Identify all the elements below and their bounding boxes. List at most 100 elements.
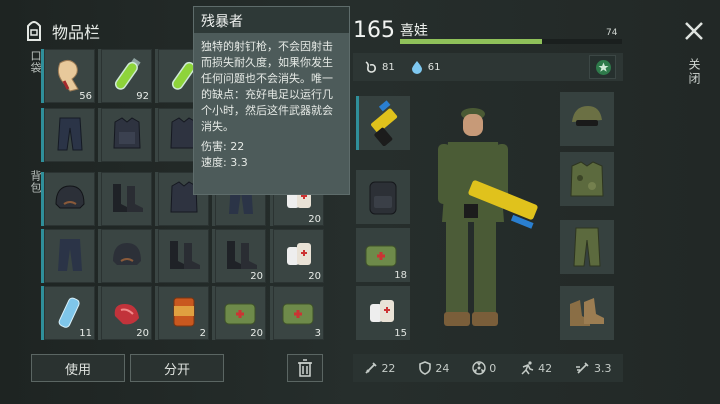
- hp-bar: [400, 39, 622, 44]
- slot-canned-food[interactable]: 2: [155, 286, 209, 340]
- medkit-icon: [365, 245, 397, 267]
- defense-stat: 24: [418, 361, 449, 375]
- water-drop-icon: [411, 61, 422, 74]
- trash-icon: [298, 359, 312, 377]
- defense-value: 24: [435, 361, 450, 375]
- status-button[interactable]: [589, 55, 616, 79]
- stomach-icon: [365, 61, 376, 73]
- shield-icon: [419, 361, 432, 375]
- meat-icon: [114, 304, 139, 325]
- slot-raw-meat[interactable]: 20: [98, 286, 152, 340]
- hp-bar-fill: [400, 39, 543, 44]
- bandage-slot[interactable]: 15: [356, 286, 410, 340]
- backpack-gear-icon: [369, 181, 397, 215]
- sword-icon: [365, 362, 378, 374]
- slot-boots-2[interactable]: [155, 229, 209, 283]
- slot-pants[interactable]: [41, 108, 95, 162]
- character-level: 165: [353, 18, 395, 43]
- attack-speed-stat: 3.3: [575, 361, 612, 375]
- medkit-icon: [224, 303, 256, 325]
- slot-green-vial[interactable]: 92: [98, 49, 152, 103]
- item-count: 20: [308, 271, 321, 282]
- tooltip-speed: 速度: 3.3: [201, 156, 248, 169]
- hp-max: 74: [606, 28, 618, 38]
- split-button[interactable]: 分开: [130, 354, 224, 382]
- inventory-header: 物品栏: [24, 18, 100, 44]
- close-icon: [685, 22, 703, 40]
- feet-slot[interactable]: [560, 286, 614, 340]
- fast-sword-icon: [576, 362, 589, 374]
- inventory-title: 物品栏: [52, 23, 101, 42]
- slot-water-bottle[interactable]: 11: [41, 286, 95, 340]
- camo-pants-icon: [573, 227, 601, 267]
- food-value: 81: [382, 61, 395, 73]
- close-label[interactable]: 关闭: [686, 58, 703, 86]
- attack-value: 22: [381, 361, 396, 375]
- tooltip-description: 独特的射钉枪，不会因射击而损失耐久度，如果你发生任何问题也不会消失。唯一的缺点：…: [201, 40, 333, 133]
- item-count: 18: [394, 270, 407, 281]
- bandage-icon: [370, 300, 394, 322]
- boots-icon: [570, 298, 604, 326]
- slot-boots[interactable]: [98, 172, 152, 226]
- attack-speed-value: 3.3: [594, 361, 612, 375]
- item-count: 11: [79, 328, 92, 339]
- bone-icon: [57, 59, 79, 92]
- slot-helmet-2[interactable]: [98, 229, 152, 283]
- radiation-icon: [472, 361, 486, 375]
- item-count: 20: [250, 271, 263, 282]
- character-name: 喜娃: [400, 23, 428, 39]
- cap-icon: [572, 106, 602, 126]
- vest-icon: [113, 117, 141, 149]
- attack-stat: 22: [364, 361, 395, 375]
- item-count: 20: [136, 328, 149, 339]
- item-count: 20: [308, 214, 321, 225]
- boots-icon: [170, 241, 200, 269]
- backpack-icon: [27, 21, 41, 41]
- radiation-stat: 0: [472, 361, 496, 375]
- slot-helmet[interactable]: [41, 172, 95, 226]
- can-icon: [173, 297, 195, 327]
- item-count: 56: [79, 91, 92, 102]
- slot-bone-fragment[interactable]: 56: [41, 49, 95, 103]
- medkit-slot[interactable]: 18: [356, 228, 410, 282]
- close-button[interactable]: [683, 20, 705, 46]
- helmet-icon: [113, 243, 141, 265]
- item-count: 2: [199, 328, 206, 339]
- torso-slot[interactable]: [560, 152, 614, 206]
- legs-slot[interactable]: [560, 220, 614, 274]
- item-count: 3: [314, 328, 321, 339]
- running-icon: [521, 361, 534, 375]
- slot-body-armor[interactable]: [98, 108, 152, 162]
- slot-bandage-2[interactable]: 20: [270, 229, 324, 283]
- tooltip-damage: 伤害: 22: [201, 140, 245, 153]
- slot-medkit[interactable]: 20: [212, 286, 266, 340]
- vitals-row: 81 61: [353, 53, 623, 81]
- pants-icon: [58, 239, 82, 271]
- helmet-icon: [55, 185, 85, 209]
- slot-pants-3[interactable]: [41, 229, 95, 283]
- character-model: [438, 108, 538, 326]
- use-button[interactable]: 使用: [31, 354, 125, 382]
- water-bottle-icon: [58, 297, 80, 328]
- star-badge-icon: [596, 60, 611, 75]
- item-count: 15: [394, 328, 407, 339]
- head-slot[interactable]: [560, 92, 614, 146]
- medkit-icon: [282, 303, 314, 325]
- item-count: 92: [136, 91, 149, 102]
- move-speed-value: 42: [538, 361, 553, 375]
- weapon-slot[interactable]: [356, 96, 410, 150]
- backpack-slot[interactable]: [356, 170, 410, 224]
- boots-icon: [113, 184, 143, 212]
- combat-stats-bar: 22 24 0 42 3.3: [353, 354, 623, 382]
- boots-icon: [227, 241, 257, 269]
- item-tooltip: 残暴者 独特的射钉枪，不会因射击而损失耐久度，如果你发生任何问题也不会消失。唯一…: [193, 6, 350, 195]
- camo-vest-icon: [570, 161, 604, 197]
- item-count: 20: [250, 328, 263, 339]
- bandage-icon: [287, 243, 311, 265]
- slot-medkit-2[interactable]: 3: [270, 286, 324, 340]
- slot-boots-3[interactable]: 20: [212, 229, 266, 283]
- move-speed-stat: 42: [519, 361, 552, 375]
- radiation-value: 0: [489, 361, 497, 375]
- trash-button[interactable]: [287, 354, 323, 382]
- nail-gun-icon: [371, 100, 398, 146]
